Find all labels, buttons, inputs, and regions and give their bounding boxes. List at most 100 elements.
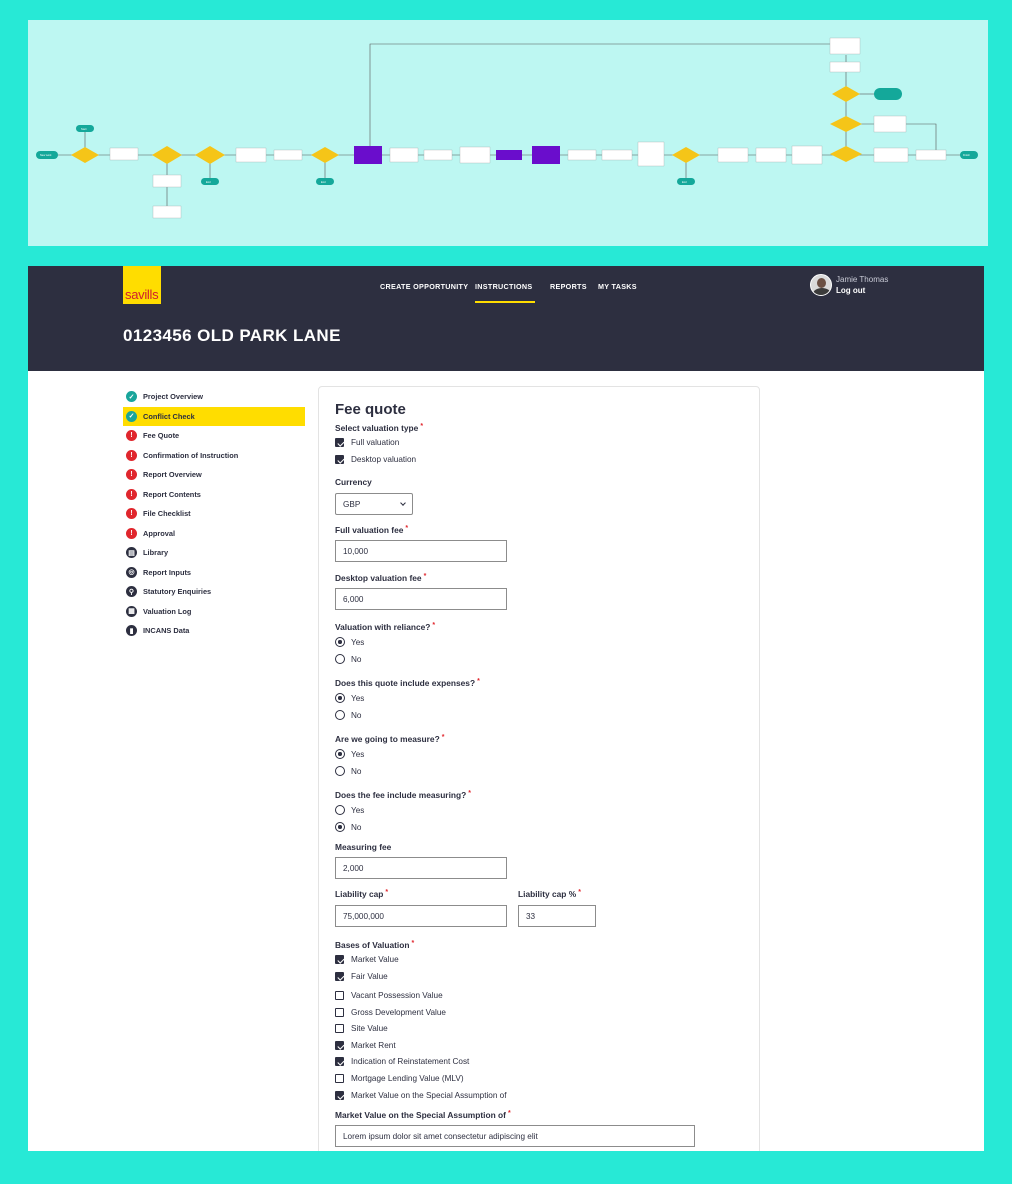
radio-circle[interactable] [335,822,345,832]
checkbox-box[interactable] [335,991,344,1000]
option-label: No [351,766,362,776]
currency-label: Currency [335,477,372,487]
sidebar-item-label: Confirmation of Instruction [143,450,239,460]
liability-cap-pct-input[interactable]: 33 [518,905,596,927]
option-label: Indication of Reinstatement Cost [351,1057,470,1066]
sidebar-item-library[interactable]: ▤ Library [123,543,305,563]
radio-circle[interactable] [335,805,345,815]
special-assumption-input[interactable]: Lorem ipsum dolor sit amet consectetur a… [335,1125,695,1147]
expenses-yes-radio[interactable]: Yes [335,693,364,703]
flow-node-n32 [832,86,860,102]
option-label: Desktop valuation [351,455,417,464]
sidebar-item-report-inputs[interactable]: ◎ Report Inputs [123,563,305,583]
flow-node-n9 [152,205,182,219]
sidebar-item-confirmation-of-instruction[interactable]: ! Confirmation of Instruction [123,446,305,466]
reliance-no-radio[interactable]: No [335,654,361,664]
option-label: Yes [351,749,365,759]
currency-select[interactable]: GBP [335,493,413,515]
nav-instructions[interactable]: INSTRUCTIONS [475,282,533,291]
sidebar-item-conflict-check[interactable]: ✓ Conflict Check [123,406,305,426]
basis-special-assumption-checkbox[interactable]: Market Value on the Special Assumption o… [335,1091,507,1100]
expenses-no-radio[interactable]: No [335,710,361,720]
bar-chart-icon: ▮ [126,625,137,637]
sidebar-item-fee-quote[interactable]: ! Fee Quote [123,426,305,446]
desktop-valuation-checkbox[interactable]: Desktop valuation [335,455,416,464]
measuring-fee-label: Measuring fee [335,842,392,852]
radio-circle[interactable] [335,710,345,720]
sidebar-item-approval[interactable]: ! Approval [123,524,305,544]
measuring-fee-input[interactable]: 2,000 [335,857,507,879]
basis-mlv-checkbox[interactable]: Mortgage Lending Value (MLV) [335,1074,464,1083]
sidebar-item-file-checklist[interactable]: ! File Checklist [123,504,305,524]
sidebar-item-project-overview[interactable]: ✓ Project Overview [123,387,305,407]
liability-cap-input[interactable]: 75,000,000 [335,905,507,927]
basis-market-rent-checkbox[interactable]: Market Rent [335,1041,396,1050]
sidebar-item-report-contents[interactable]: ! Report Contents [123,485,305,505]
option-label: Market Value on the Special Assumption o… [351,1091,507,1100]
option-label: Yes [351,637,365,647]
checkbox-box[interactable] [335,1008,344,1017]
basis-market-value-checkbox[interactable]: Market Value [335,955,399,964]
checkbox-box[interactable] [335,972,344,981]
option-label: Yes [351,805,365,815]
checkbox-box[interactable] [335,438,344,447]
flow-node-n28 [791,145,823,165]
sidebar-item-label: Library [143,548,169,558]
flow-node-n36 [829,37,861,55]
radio-circle[interactable] [335,637,345,647]
special-assumption-label: Market Value on the Special Assumption o… [335,1110,511,1120]
sidebar-item-statutory-enquiries[interactable]: ⚲ Statutory Enquiries [123,582,305,602]
section-sidebar: ✓ Project Overview ✓ Conflict Check ! Fe… [123,387,305,641]
sidebar-item-valuation-log[interactable]: ▦ Valuation Log [123,602,305,622]
checkbox-box[interactable] [335,1074,344,1083]
flow-node-n16 [496,150,522,160]
logout-link[interactable]: Log out [836,286,865,295]
nav-create-opportunity[interactable]: CREATE OPPORTUNITY [380,282,468,291]
search-circle-icon: ◎ [126,566,137,578]
measure-no-radio[interactable]: No [335,766,361,776]
flow-node-n22-text: End [682,180,687,184]
fee-measuring-no-radio[interactable]: No [335,822,361,832]
flowchart-panel: New work Start End End End Finish [28,20,988,246]
sidebar-item-incans-data[interactable]: ▮ INCANS Data [123,621,305,641]
flow-node-n27 [755,147,787,163]
option-label: Site Value [351,1024,388,1033]
logo-text: savills [125,287,159,302]
basis-vacant-possession-checkbox[interactable]: Vacant Possession Value [335,991,443,1000]
nav-my-tasks[interactable]: MY TASKS [598,282,637,291]
flow-node-n2-text: New work [40,153,52,157]
reliance-label: Valuation with reliance? * [335,622,436,632]
radio-circle[interactable] [335,766,345,776]
sidebar-item-label: Fee Quote [143,431,180,441]
checkbox-box[interactable] [335,1024,344,1033]
savills-logo[interactable]: savills [123,266,161,304]
basis-gross-development-checkbox[interactable]: Gross Development Value [335,1008,446,1017]
desktop-fee-input[interactable]: 6,000 [335,588,507,610]
sidebar-item-label: Report Inputs [143,567,192,577]
measure-yes-radio[interactable]: Yes [335,749,364,759]
full-valuation-checkbox[interactable]: Full valuation [335,438,399,447]
checkbox-box[interactable] [335,955,344,964]
flow-node-n24 [637,141,665,167]
checkbox-box[interactable] [335,1057,344,1066]
checkbox-box[interactable] [335,1091,344,1100]
basis-site-value-checkbox[interactable]: Site Value [335,1024,388,1033]
radio-circle[interactable] [335,749,345,759]
basis-reinstatement-cost-checkbox[interactable]: Indication of Reinstatement Cost [335,1057,469,1066]
basis-fair-value-checkbox[interactable]: Fair Value [335,972,388,981]
form-title: Fee quote [335,401,406,418]
full-fee-input[interactable]: 10,000 [335,540,507,562]
fee-measuring-yes-radio[interactable]: Yes [335,805,364,815]
reliance-yes-radio[interactable]: Yes [335,637,364,647]
nav-reports[interactable]: REPORTS [550,282,587,291]
flow-node-n12 [354,146,382,164]
checkbox-box[interactable] [335,455,344,464]
user-avatar[interactable] [810,274,832,296]
flow-node-n5 [152,146,182,164]
sidebar-item-label: INCANS Data [143,626,190,636]
grid-icon: ▦ [126,605,137,617]
checkbox-box[interactable] [335,1041,344,1050]
radio-circle[interactable] [335,693,345,703]
radio-circle[interactable] [335,654,345,664]
sidebar-item-report-overview[interactable]: ! Report Overview [123,465,305,485]
